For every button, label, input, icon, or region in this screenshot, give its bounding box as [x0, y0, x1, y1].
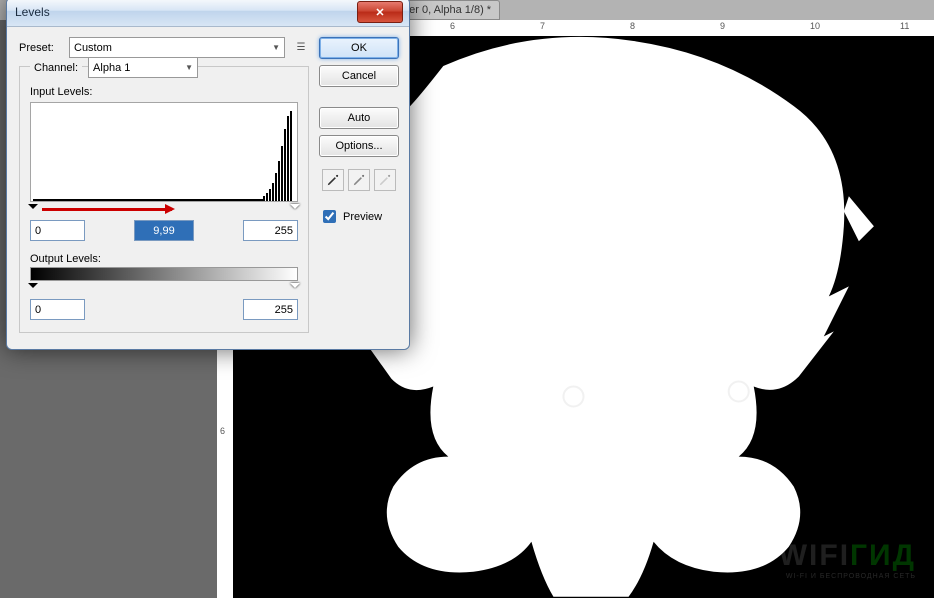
input-gamma-field[interactable] [134, 220, 194, 241]
levels-fieldset: Channel: Alpha 1 ▼ Input Levels: [19, 66, 309, 333]
output-levels-label: Output Levels: [30, 253, 298, 265]
channel-label: Channel: [30, 62, 82, 74]
white-eyedropper-icon[interactable] [374, 169, 396, 191]
input-levels-label: Input Levels: [30, 86, 298, 98]
auto-button[interactable]: Auto [319, 107, 399, 129]
close-icon: ✕ [375, 6, 384, 19]
preview-checkbox-row[interactable]: Preview [319, 207, 399, 226]
options-button[interactable]: Options... [319, 135, 399, 157]
output-white-field[interactable] [243, 299, 298, 320]
levels-dialog: Levels ✕ Preset: Custom ▼ ☰ Channel: Alp… [6, 0, 410, 350]
close-button[interactable]: ✕ [357, 1, 403, 23]
input-slider[interactable] [30, 204, 298, 218]
annotation-arrow [42, 208, 172, 211]
input-black-field[interactable] [30, 220, 85, 241]
dialog-title: Levels [13, 5, 50, 19]
black-eyedropper-icon[interactable] [322, 169, 344, 191]
chevron-down-icon: ▼ [185, 63, 193, 72]
output-black-field[interactable] [30, 299, 85, 320]
channel-combo[interactable]: Alpha 1 ▼ [88, 57, 198, 78]
histogram[interactable] [30, 102, 298, 202]
gray-eyedropper-icon[interactable] [348, 169, 370, 191]
chevron-down-icon: ▼ [272, 43, 280, 52]
output-white-handle[interactable] [290, 283, 300, 293]
dialog-titlebar[interactable]: Levels ✕ [7, 0, 409, 27]
black-point-handle[interactable] [28, 204, 38, 214]
ok-button[interactable]: OK [319, 37, 399, 59]
preset-combo[interactable]: Custom ▼ [69, 37, 285, 58]
white-point-handle[interactable] [290, 204, 300, 214]
preset-menu-icon[interactable]: ☰ [293, 40, 309, 56]
preview-checkbox[interactable] [323, 210, 336, 223]
output-gradient[interactable] [30, 267, 298, 281]
output-black-handle[interactable] [28, 283, 38, 293]
input-white-field[interactable] [243, 220, 298, 241]
cancel-button[interactable]: Cancel [319, 65, 399, 87]
watermark: WIFIГИД WI-FI И БЕСПРОВОДНАЯ СЕТЬ [779, 539, 916, 580]
preset-label: Preset: [19, 42, 69, 54]
output-slider[interactable] [30, 283, 298, 297]
